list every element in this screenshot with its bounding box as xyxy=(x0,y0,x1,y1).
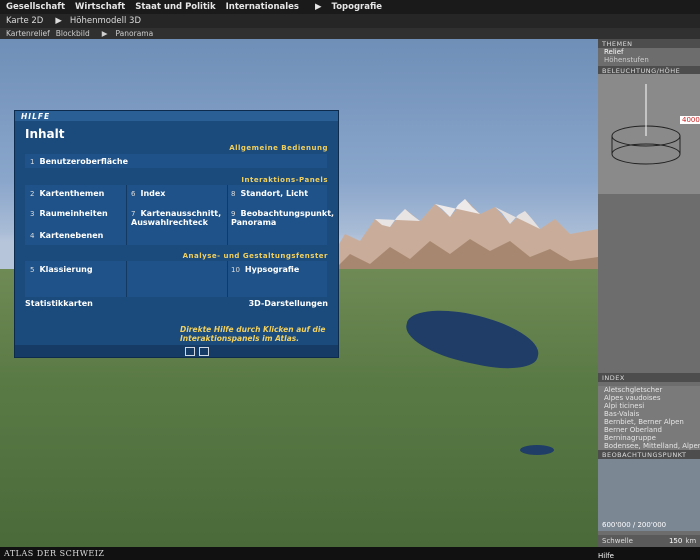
nav-wirtschaft[interactable]: Wirtschaft xyxy=(75,2,125,12)
index-item[interactable]: Berninagruppe xyxy=(598,434,700,442)
section-allgemeine-bedienung: Allgemeine Bedienung xyxy=(229,144,328,152)
help-item-index[interactable]: 6 Index xyxy=(131,189,165,198)
help-item-klassierung[interactable]: 5 Klassierung xyxy=(30,265,93,274)
help-title: Inhalt xyxy=(25,127,65,141)
index-item[interactable]: Berner Oberland xyxy=(598,426,700,434)
help-header: HILFE xyxy=(15,111,338,121)
section-interaktions-panels: Interaktions-Panels xyxy=(241,176,328,184)
hilfe-button[interactable]: Hilfe xyxy=(598,552,614,560)
schwelle-value: 150 xyxy=(668,537,683,545)
themen-item-hoehenstufen[interactable]: Höhenstufen xyxy=(598,56,700,64)
index-title: INDEX xyxy=(598,373,700,382)
divider xyxy=(227,261,228,297)
tab-panorama[interactable]: ▶ Panorama xyxy=(96,29,154,38)
atlas-logo: ATLAS DER SCHWEIZ xyxy=(4,549,105,558)
bottom-bar: ATLAS DER SCHWEIZ xyxy=(0,547,700,560)
beobachtungspunkt-title: BEOBACHTUNGSPUNKT xyxy=(598,450,700,459)
schwelle-control[interactable]: Schwelle 150 km xyxy=(598,535,700,547)
nav-gesellschaft[interactable]: Gesellschaft xyxy=(6,2,65,12)
help-item-raumeinheiten[interactable]: 3 Raumeinheiten xyxy=(30,209,108,218)
help-footer-bar xyxy=(15,345,338,357)
view-mode-navigation: Kartenrelief Blockbild ▶ Panorama xyxy=(0,28,700,39)
index-list[interactable]: Aletschgletscher Alpes vaudoises Alpi ti… xyxy=(598,386,700,450)
help-item-beobachtungspunkt[interactable]: 9 Beobachtungspunkt, Panorama xyxy=(231,209,334,227)
light-dial xyxy=(611,84,681,165)
print-icon[interactable] xyxy=(185,347,195,356)
tab-karte-2d[interactable]: Karte 2D xyxy=(6,16,43,26)
nav-internationales[interactable]: Internationales xyxy=(226,2,299,12)
nav-topografie[interactable]: ▶ Topografie xyxy=(309,2,386,12)
themen-title: THEMEN xyxy=(598,39,700,48)
index-item[interactable]: Bas-Valais xyxy=(598,410,700,418)
section-analyse-gestaltung: Analyse- und Gestaltungsfenster xyxy=(182,252,328,260)
divider xyxy=(126,261,127,297)
index-item[interactable]: Bernbiet, Berner Alpen xyxy=(598,418,700,426)
triangle-right-icon: ▶ xyxy=(55,16,62,26)
help-header-label: HILFE xyxy=(21,111,51,121)
tab-hoehenmodell-3d[interactable]: ▶ Höhenmodell 3D xyxy=(49,16,141,26)
observation-map[interactable]: 600'000 / 200'000 xyxy=(598,459,700,531)
sub-navigation: Karte 2D ▶ Höhenmodell 3D xyxy=(0,14,700,28)
help-item-hypsografie[interactable]: 10 Hypsografie xyxy=(231,265,299,274)
tab-blockbild[interactable]: Blockbild xyxy=(56,29,90,38)
schwelle-unit: km xyxy=(685,537,697,545)
index-item[interactable]: Alpes vaudoises xyxy=(598,394,700,402)
right-panel: THEMEN Relief Höhenstufen BELEUCHTUNG/HÖ… xyxy=(598,39,700,547)
help-panel: HILFE Inhalt Allgemeine Bedienung 1 Benut… xyxy=(14,110,339,358)
light-height-value[interactable]: 4000 xyxy=(680,116,700,124)
help-item-kartenausschnitt[interactable]: 7 Kartenausschnitt, Auswahlrechteck xyxy=(131,209,223,227)
help-item-benutzeroberflaeche[interactable]: 1 Benutzeroberfläche xyxy=(30,157,128,166)
index-item[interactable]: Alpi ticinesi xyxy=(598,402,700,410)
themen-item-relief[interactable]: Relief xyxy=(598,48,700,56)
label-statistikkarten: Statistikkarten xyxy=(25,299,93,308)
divider xyxy=(126,185,127,245)
help-note: Direkte Hilfe durch Klicken auf die Inte… xyxy=(180,325,326,343)
index-item[interactable]: Aletschgletscher xyxy=(598,386,700,394)
help-item-kartenthemen[interactable]: 2 Kartenthemen xyxy=(30,189,104,198)
nav-staat-politik[interactable]: Staat und Politik xyxy=(135,2,215,12)
coords-readout: 600'000 / 200'000 xyxy=(602,521,667,529)
divider xyxy=(227,185,228,245)
schwelle-label: Schwelle xyxy=(602,537,633,545)
triangle-right-icon: ▶ xyxy=(314,2,322,12)
label-3d-darstellungen: 3D-Darstellungen xyxy=(248,299,328,308)
help-item-standort-licht[interactable]: 8 Standort, Licht xyxy=(231,189,308,198)
light-height-control[interactable]: 4000 xyxy=(598,74,700,194)
small-lake xyxy=(520,445,554,455)
tab-kartenrelief[interactable]: Kartenrelief xyxy=(6,29,50,38)
top-navigation: Gesellschaft Wirtschaft Staat und Politi… xyxy=(0,0,700,14)
triangle-right-icon: ▶ xyxy=(101,29,108,38)
index-item[interactable]: Bodensee, Mittelland, Alpen xyxy=(598,442,700,450)
help-item-kartenebenen[interactable]: 4 Kartenebenen xyxy=(30,231,103,240)
close-icon[interactable] xyxy=(199,347,209,356)
